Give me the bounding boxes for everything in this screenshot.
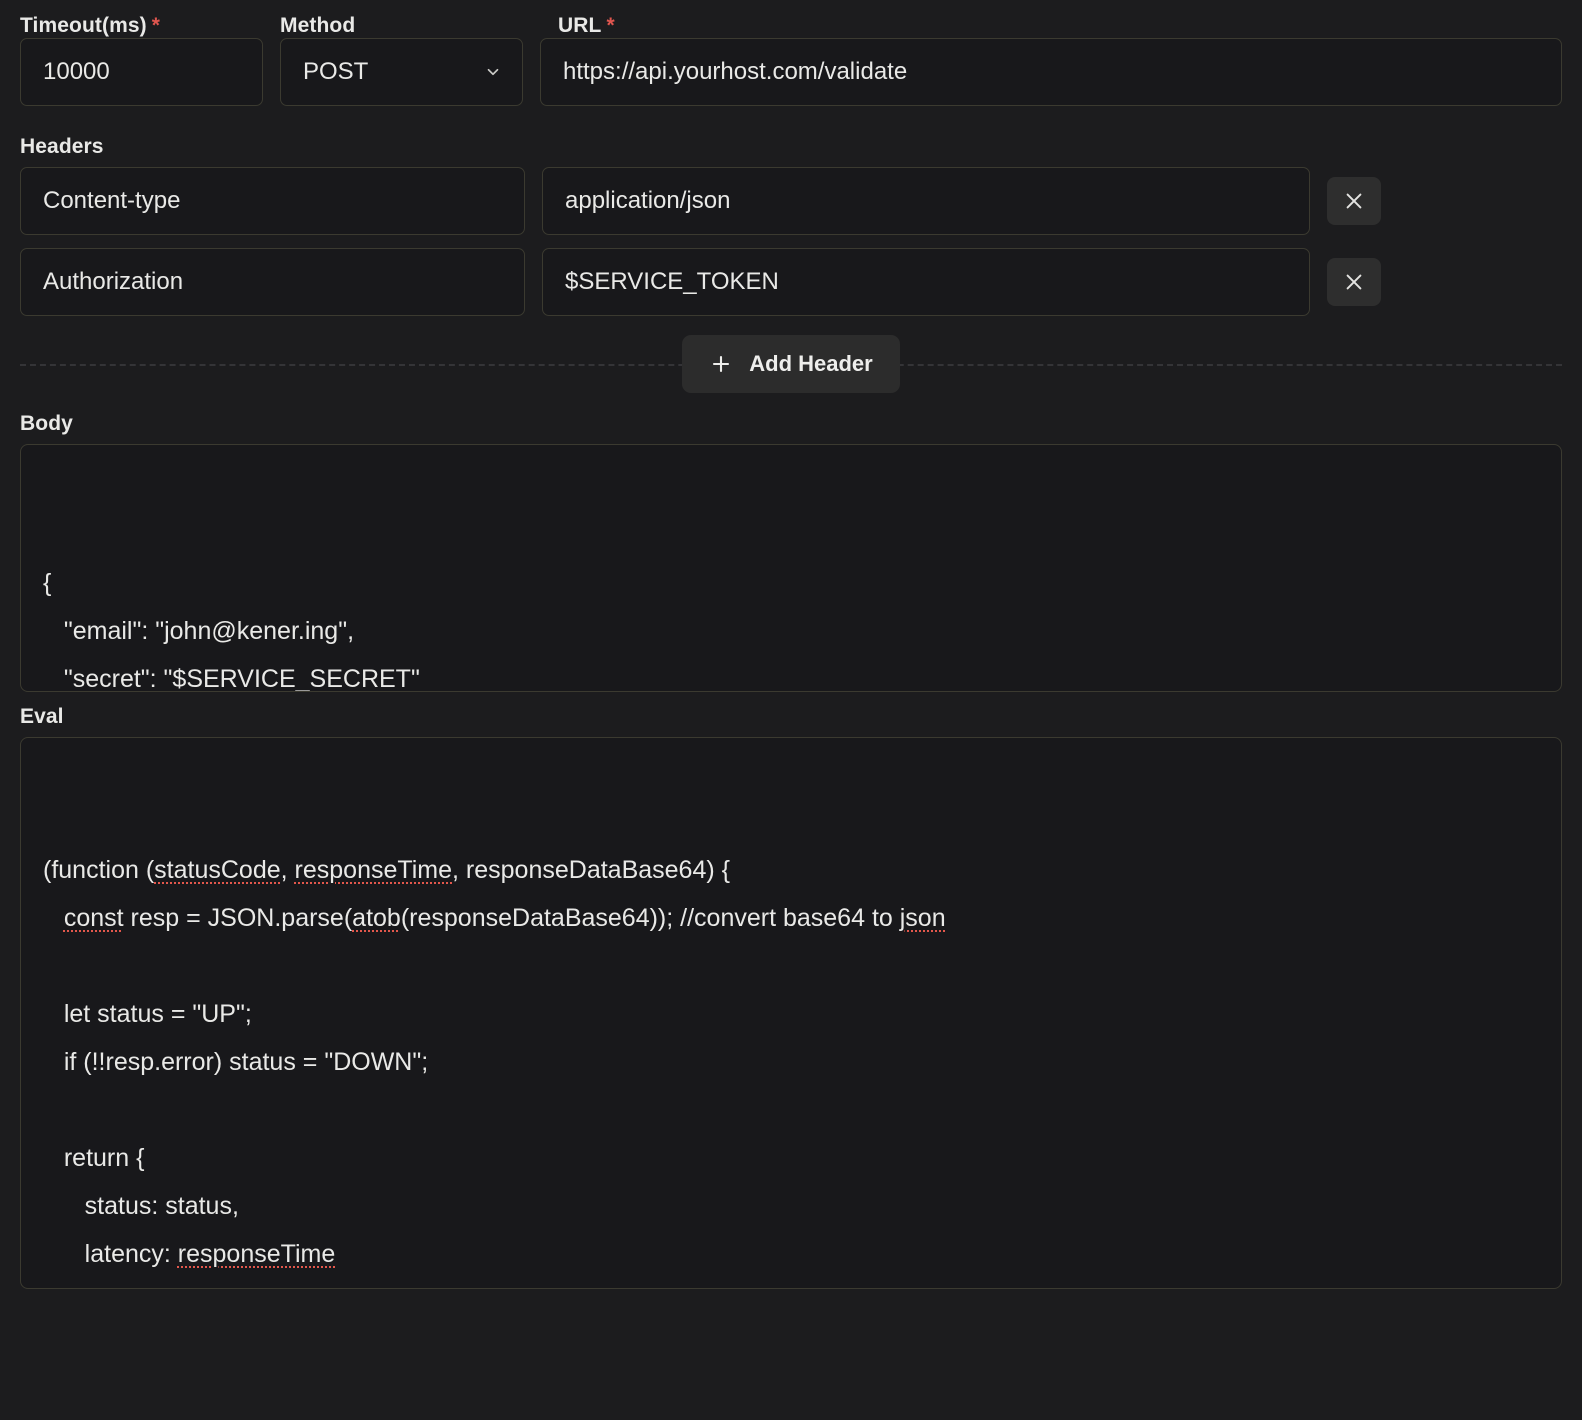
timeout-label-text: Timeout(ms) — [20, 14, 147, 37]
add-header-button[interactable]: Add Header — [682, 335, 900, 393]
field-labels-row: Timeout(ms) * Method URL * — [20, 0, 1562, 38]
eval-content: (function (statusCode, responseTime, res… — [43, 856, 946, 1268]
header-key-value: Authorization — [43, 268, 184, 295]
header-value-input[interactable]: $SERVICE_TOKEN — [542, 248, 1310, 316]
header-key-value: Content-type — [43, 187, 181, 214]
method-select[interactable]: POST — [280, 38, 523, 106]
url-label-text: URL — [558, 14, 602, 37]
timeout-input[interactable]: 10000 — [20, 38, 263, 106]
resize-handle[interactable] — [1540, 670, 1558, 688]
header-key-input[interactable]: Authorization — [20, 248, 525, 316]
timeout-value: 10000 — [43, 58, 110, 85]
request-basics-row: 10000 POST https://api.yourhost.com/vali… — [20, 38, 1562, 106]
add-header-divider: Add Header — [20, 329, 1562, 399]
close-icon — [1343, 271, 1365, 293]
headers-section-label: Headers — [20, 135, 104, 158]
plus-icon — [709, 352, 733, 376]
remove-header-button[interactable] — [1327, 258, 1381, 306]
header-value-input[interactable]: application/json — [542, 167, 1310, 235]
header-key-input[interactable]: Content-type — [20, 167, 525, 235]
chevron-down-icon — [484, 63, 502, 81]
remove-header-button[interactable] — [1327, 177, 1381, 225]
header-value-value: $SERVICE_TOKEN — [565, 268, 779, 295]
header-value-value: application/json — [565, 187, 731, 214]
resize-handle[interactable] — [1540, 1267, 1558, 1285]
add-header-label: Add Header — [749, 351, 873, 376]
timeout-required-marker: * — [151, 14, 161, 37]
header-row: Authorization $SERVICE_TOKEN — [20, 248, 1562, 316]
url-input[interactable]: https://api.yourhost.com/validate — [540, 38, 1562, 106]
method-label: Method — [280, 15, 558, 38]
method-value: POST — [303, 58, 369, 85]
timeout-label: Timeout(ms) * — [20, 15, 280, 38]
method-label-text: Method — [280, 14, 356, 37]
url-label: URL * — [558, 15, 1562, 38]
body-textarea[interactable]: { "email": "john@kener.ing", "secret": "… — [20, 444, 1562, 692]
eval-textarea[interactable]: (function (statusCode, responseTime, res… — [20, 737, 1562, 1289]
body-content: { "email": "john@kener.ing", "secret": "… — [43, 569, 420, 692]
close-icon — [1343, 190, 1365, 212]
eval-section-label: Eval — [20, 705, 64, 728]
url-value: https://api.yourhost.com/validate — [563, 58, 908, 85]
http-monitor-config-form: Timeout(ms) * Method URL * 10000 POST http… — [0, 0, 1582, 1420]
header-row: Content-type application/json — [20, 167, 1562, 235]
url-required-marker: * — [606, 14, 615, 37]
body-section-label: Body — [20, 412, 73, 435]
